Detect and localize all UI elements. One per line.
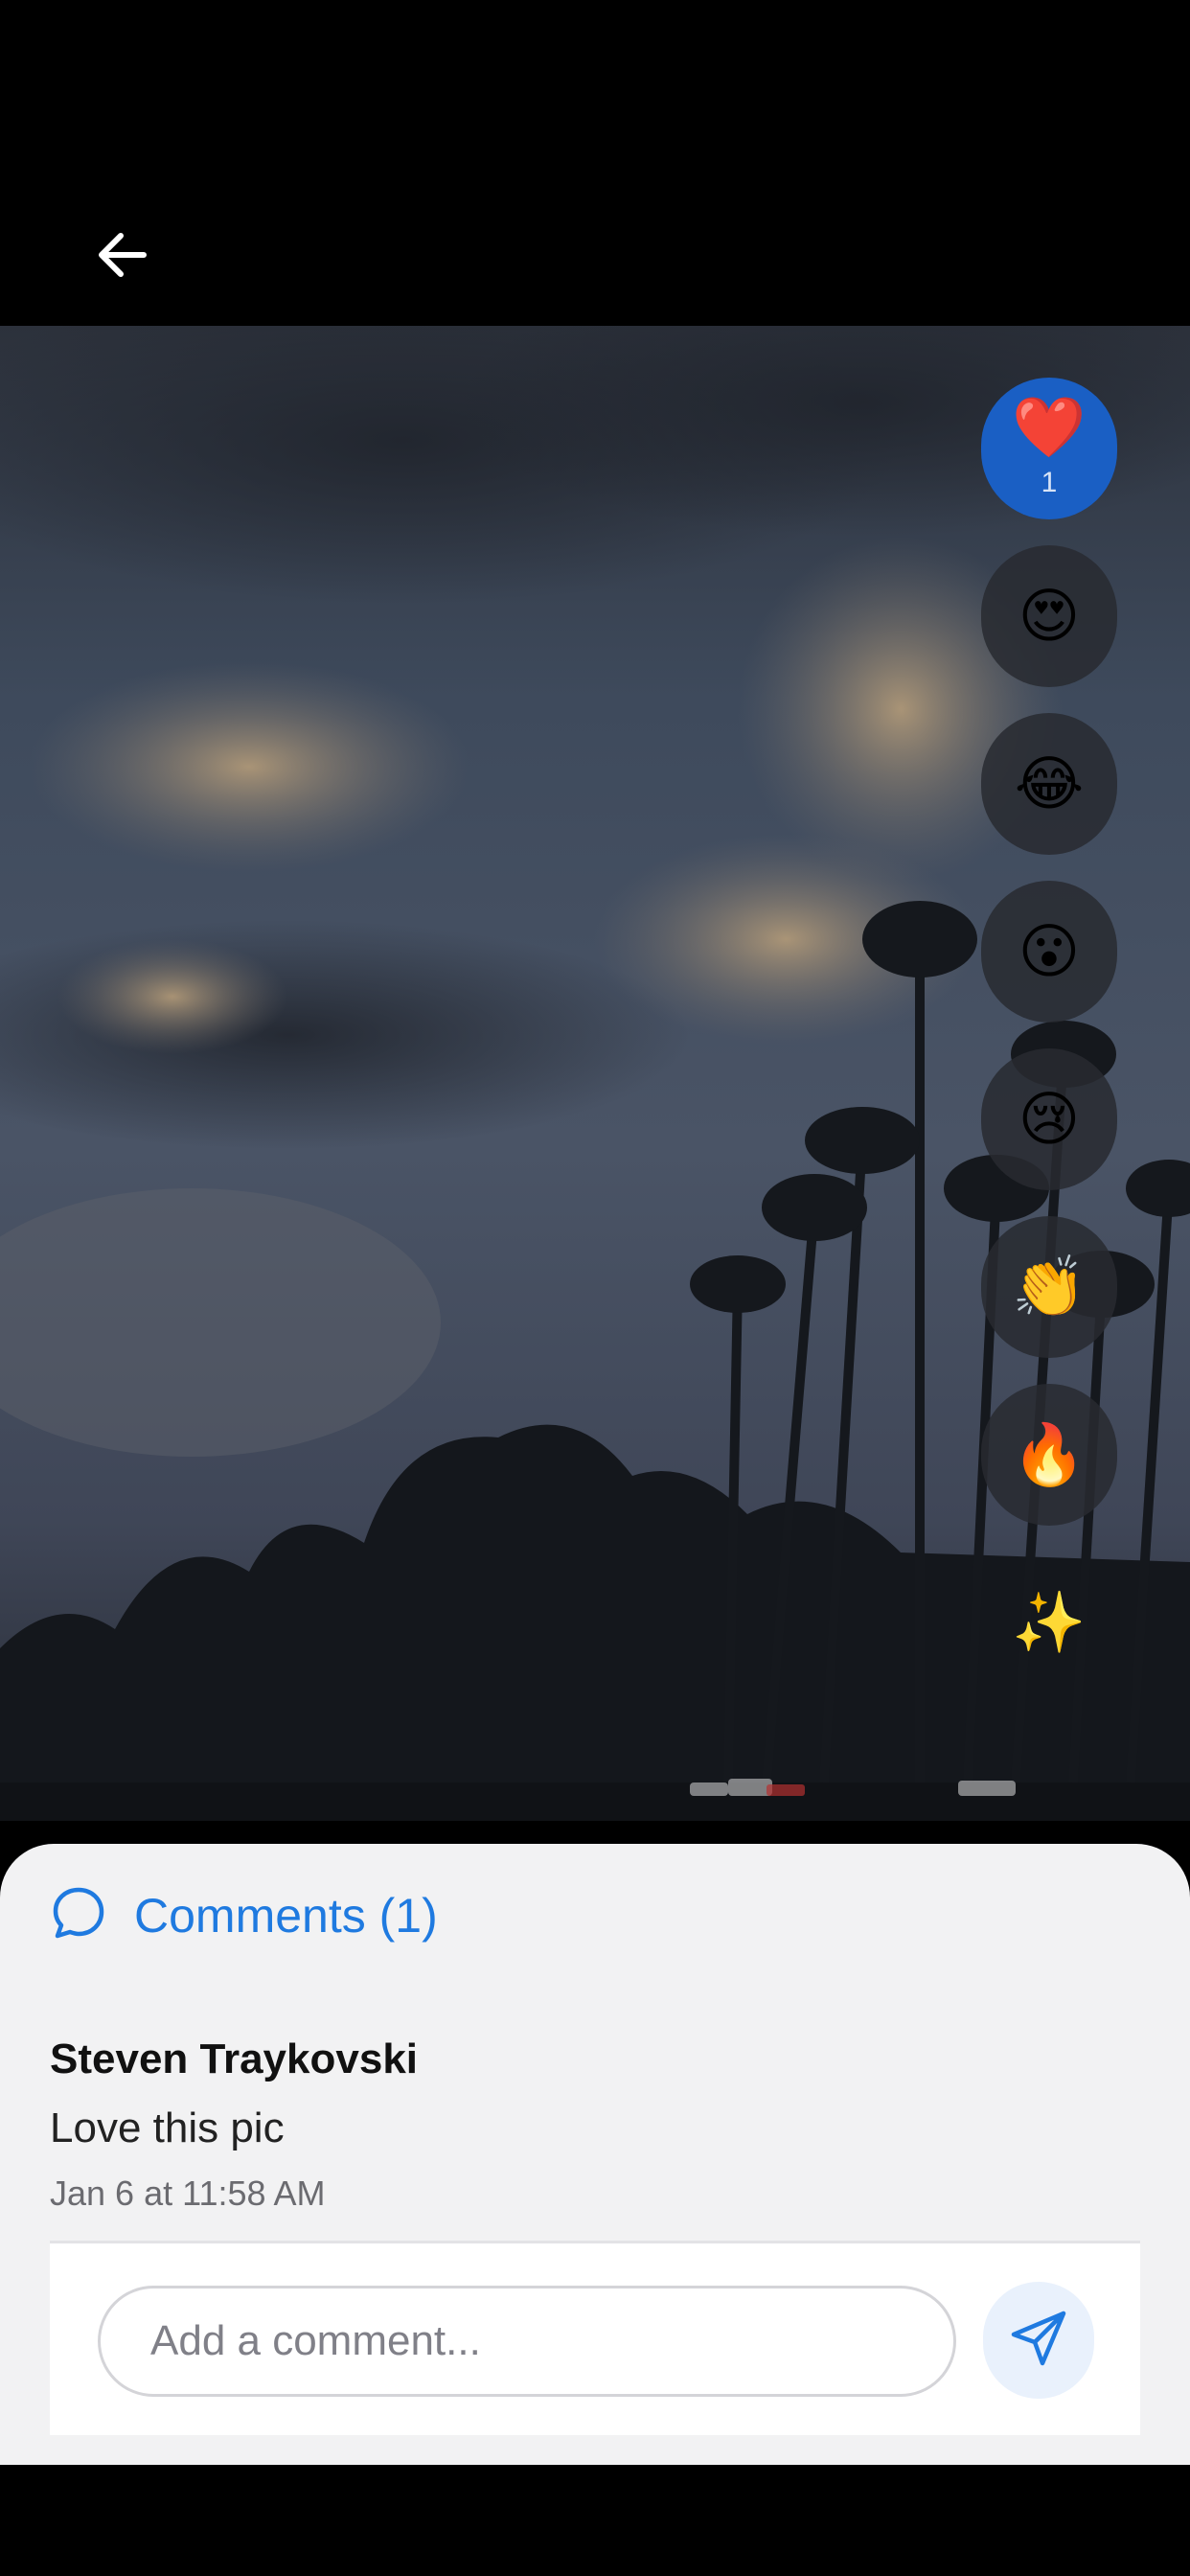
comment-input[interactable] (98, 2286, 956, 2397)
comments-title: Comments (1) (134, 1888, 438, 1943)
reaction-button-fire[interactable]: 🔥 (981, 1384, 1117, 1526)
crying-emoji-icon: 😢 (1018, 1084, 1081, 1154)
top-bar (0, 0, 1190, 326)
sparkles-emoji-icon: ✨ (1012, 1587, 1087, 1657)
comments-header[interactable]: Comments (1) (50, 1884, 438, 1946)
reaction-count: 1 (1041, 467, 1058, 498)
comments-sheet: Comments (1) Steven Traykovski Love this… (0, 1844, 1190, 2465)
reaction-button-laughing[interactable]: 😂 (981, 713, 1117, 855)
reaction-button-sparkles[interactable]: ✨ (981, 1552, 1117, 1693)
heart-emoji-icon: ❤️ (1012, 392, 1087, 462)
send-button[interactable] (983, 2282, 1094, 2399)
reaction-button-heart[interactable]: ❤️ 1 (981, 378, 1117, 519)
speech-bubble-icon (50, 1884, 107, 1946)
reaction-button-surprised[interactable]: 😮 (981, 881, 1117, 1023)
reaction-button-crying[interactable]: 😢 (981, 1048, 1117, 1190)
send-icon (1008, 2308, 1069, 2374)
arrow-left-icon (94, 226, 151, 288)
comment-item: Steven Traykovski Love this pic Jan 6 at… (50, 2036, 1142, 2214)
comment-text: Love this pic (50, 2104, 285, 2151)
laughing-emoji-icon: 😂 (1014, 748, 1085, 818)
heart-eyes-emoji-icon: 😍 (1018, 581, 1081, 651)
comment-composer (50, 2241, 1140, 2435)
fire-emoji-icon: 🔥 (1012, 1419, 1087, 1489)
surprised-emoji-icon: 😮 (1018, 916, 1081, 986)
reaction-button-heart-eyes[interactable]: 😍 (981, 545, 1117, 687)
back-button[interactable] (84, 218, 161, 295)
clapping-emoji-icon: 👏 (1012, 1252, 1087, 1322)
bottom-bar (0, 2465, 1190, 2576)
reaction-button-clapping[interactable]: 👏 (981, 1216, 1117, 1358)
comment-author[interactable]: Steven Traykovski (50, 2036, 1142, 2083)
comment-timestamp: Jan 6 at 11:58 AM (50, 2174, 326, 2213)
screen: ❤️ 1 😍 😂 😮 😢 👏 🔥 ✨ Comments (1) Steven Traykovsk… (0, 0, 1190, 2576)
